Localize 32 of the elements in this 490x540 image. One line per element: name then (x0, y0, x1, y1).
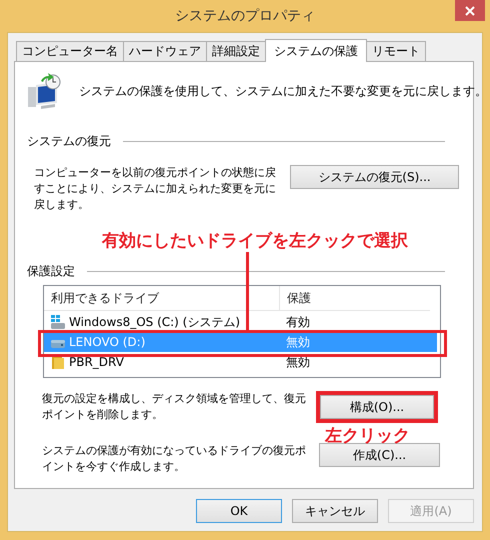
drive-row[interactable]: Windows8_OS (C:) (システム) 有効 (44, 312, 437, 332)
window-title: システムのプロパティ (175, 7, 315, 25)
drive-name: LENOVO (D:) (69, 335, 146, 349)
configure-description: 復元の設定を構成し、ディスク領域を管理して、復元ポイントを削除します。 (41, 391, 307, 423)
system-drive-icon (50, 314, 66, 330)
drive-name: Windows8_OS (C:) (システム) (69, 314, 240, 330)
folder-icon (50, 354, 66, 370)
configure-button[interactable]: 構成(O)... (320, 395, 434, 419)
drive-name: PBR_DRV (69, 355, 124, 369)
create-description: システムの保護が有効になっているドライブの復元ポイントを今すぐ作成します。 (41, 443, 307, 475)
dialog-button[interactable]: キャンセル (292, 499, 378, 523)
protection-status: 無効 (285, 354, 310, 370)
tab[interactable]: ハードウェア (123, 41, 207, 61)
callout-text: 有効にしたいドライブを左クックで選択 (102, 230, 408, 252)
close-icon (465, 6, 475, 16)
protection-status: 有効 (285, 314, 310, 330)
tab[interactable]: リモート (366, 41, 426, 61)
protection-status: 無効 (285, 334, 310, 350)
tab[interactable]: コンピューター名 (16, 41, 124, 61)
create-button[interactable]: 作成(C)... (319, 443, 440, 467)
group-title: システムの復元 (27, 132, 111, 150)
system-restore-button[interactable]: システムの復元(S)... (290, 165, 459, 189)
drive-row[interactable]: PBR_DRV 無効 (44, 352, 437, 372)
dialog-button[interactable]: OK (196, 499, 282, 523)
restore-description: コンピューターを以前の復元ポイントの状態に戻すことにより、システムに加えられた変更を元に戻します。 (33, 165, 277, 213)
tab[interactable]: 詳細設定 (206, 41, 266, 61)
close-button[interactable] (455, 0, 485, 21)
computer-restore-icon (27, 73, 63, 111)
column-header[interactable]: 保護 (280, 286, 311, 310)
group-title: 保護設定 (27, 262, 75, 280)
intro-text: システムの保護を使用して、システムに加えた不要な変更を元に戻します。 (79, 83, 487, 100)
tab[interactable]: システムの保護 (265, 39, 367, 62)
